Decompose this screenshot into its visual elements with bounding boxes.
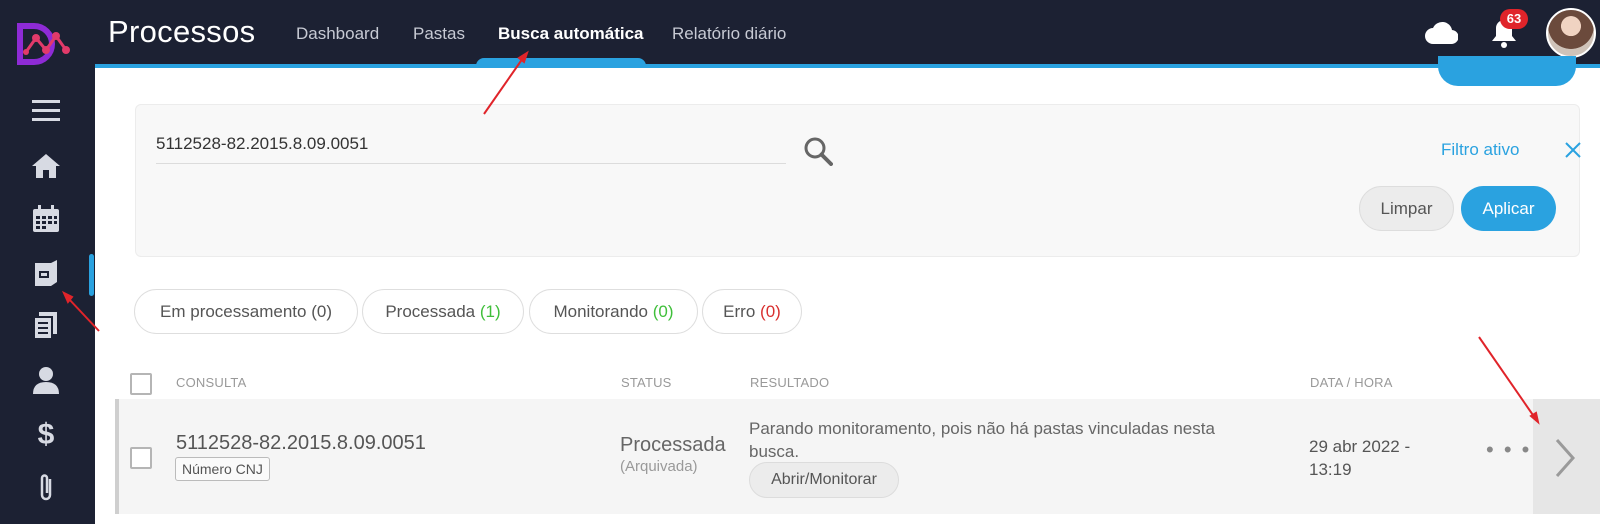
- row-status: Processada: [620, 434, 726, 456]
- dollar-icon[interactable]: $: [30, 418, 62, 450]
- menu-icon[interactable]: [30, 95, 62, 127]
- active-tab-indicator: [476, 58, 646, 68]
- row-resultado: Parando monitoramento, pois não há pasta…: [749, 419, 1215, 461]
- tab-relatorio-diario[interactable]: Relatório diário: [672, 24, 786, 44]
- folder-icon[interactable]: [30, 257, 62, 289]
- row-status-sub: (Arquivada): [620, 458, 698, 475]
- documents-icon[interactable]: [30, 310, 62, 342]
- sidebar-active-indicator: [89, 254, 94, 296]
- chip-count: (0): [760, 302, 781, 321]
- tab-dashboard[interactable]: Dashboard: [296, 24, 379, 44]
- page-title: Processos: [108, 14, 256, 49]
- logo[interactable]: [16, 22, 70, 66]
- filter-active-label[interactable]: Filtro ativo: [1441, 140, 1519, 160]
- calendar-icon[interactable]: [30, 203, 62, 235]
- partial-top-button[interactable]: [1438, 56, 1576, 86]
- search-input-underline: [156, 163, 786, 164]
- chip-monitorando[interactable]: Monitorando (0): [529, 289, 698, 334]
- notification-badge: 63: [1500, 9, 1528, 29]
- home-icon[interactable]: [30, 150, 62, 182]
- tab-busca-automatica[interactable]: Busca automática: [498, 24, 644, 44]
- column-header-resultado[interactable]: RESULTADO: [750, 375, 829, 390]
- row-tag: Número CNJ: [175, 457, 270, 481]
- chip-label: Processada: [385, 302, 476, 321]
- paperclip-icon[interactable]: [30, 472, 62, 504]
- chip-em-processamento[interactable]: Em processamento (0): [134, 289, 358, 334]
- close-icon[interactable]: [1563, 140, 1583, 160]
- tab-pastas[interactable]: Pastas: [413, 24, 465, 44]
- search-input[interactable]: 5112528-82.2015.8.09.0051: [156, 134, 368, 154]
- apply-button[interactable]: Aplicar: [1461, 186, 1556, 231]
- cloud-icon[interactable]: [1424, 18, 1458, 46]
- row-data-hora: 29 abr 2022 - 13:19: [1309, 437, 1411, 479]
- clear-button[interactable]: Limpar: [1359, 186, 1454, 231]
- chip-label: Em processamento: [160, 302, 307, 321]
- row-consulta: 5112528-82.2015.8.09.0051: [176, 432, 426, 454]
- chip-count: (1): [479, 302, 501, 321]
- chip-label: Monitorando: [553, 302, 648, 321]
- chip-count: (0): [311, 302, 332, 321]
- user-icon[interactable]: [30, 364, 62, 396]
- column-header-data-hora[interactable]: DATA / HORA: [1310, 375, 1393, 390]
- select-all-checkbox[interactable]: [130, 373, 152, 395]
- chip-processada[interactable]: Processada (1): [362, 289, 524, 334]
- more-options-icon[interactable]: • • •: [1486, 437, 1531, 463]
- svg-text:$: $: [38, 419, 55, 449]
- chevron-right-icon[interactable]: [1553, 438, 1577, 478]
- avatar[interactable]: [1546, 8, 1596, 58]
- row-checkbox[interactable]: [130, 447, 152, 469]
- chip-count: (0): [652, 302, 674, 321]
- open-monitor-button[interactable]: Abrir/Monitorar: [749, 462, 899, 498]
- sidebar: $: [0, 0, 95, 524]
- column-header-status[interactable]: STATUS: [621, 375, 672, 390]
- filter-panel: [135, 104, 1580, 257]
- search-icon[interactable]: [803, 136, 833, 166]
- chip-erro[interactable]: Erro (0): [702, 289, 802, 334]
- chip-label: Erro: [723, 302, 756, 321]
- column-header-consulta[interactable]: CONSULTA: [176, 375, 246, 390]
